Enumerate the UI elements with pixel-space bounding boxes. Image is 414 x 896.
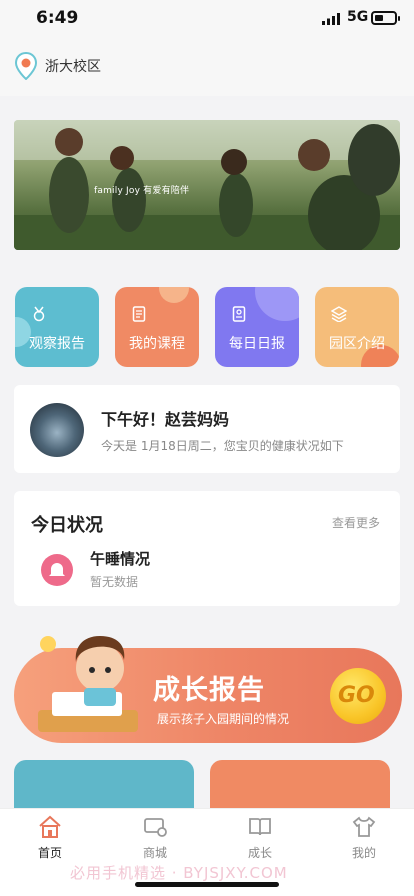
tab-shop[interactable]: 商城: [125, 814, 185, 861]
banner-image[interactable]: [14, 120, 400, 250]
tile-observation-report[interactable]: 观察报告: [15, 287, 99, 367]
growth-report-subtitle: 展示孩子入园期间的情况: [157, 712, 290, 726]
signal-icon: [322, 13, 340, 25]
nap-title[interactable]: 午睡情况: [90, 548, 150, 569]
tab-growth[interactable]: 成长: [230, 814, 290, 861]
shop-icon: [144, 818, 167, 837]
tile-my-courses[interactable]: 我的课程: [115, 287, 199, 367]
banner-caption: family Joy 有爱有陪伴: [94, 186, 190, 196]
avatar[interactable]: [30, 403, 84, 457]
tab-label: 我的: [351, 846, 376, 860]
home-indicator: [135, 882, 279, 887]
tile-daily-report[interactable]: 每日日报: [215, 287, 299, 367]
bell-icon: [41, 554, 73, 586]
medal-icon: [33, 306, 45, 322]
report-icon: [232, 306, 246, 322]
see-more-link[interactable]: 查看更多: [332, 514, 380, 531]
location-pin-icon[interactable]: [13, 52, 39, 80]
today-status-card: [14, 491, 400, 606]
layers-icon: [331, 306, 347, 322]
today-status-title: 今日状况: [31, 515, 103, 536]
home-icon: [39, 815, 61, 838]
campus-selector[interactable]: 浙大校区: [45, 56, 101, 76]
tile-label: 每日日报: [229, 336, 285, 352]
network-label: 5G: [347, 9, 369, 25]
nap-status: 暂无数据: [90, 575, 139, 589]
greeting-title: 下午好！赵芸妈妈: [101, 410, 230, 429]
go-label: GO: [338, 683, 375, 708]
growth-report-title: 成长报告: [153, 675, 265, 706]
book-icon: [249, 818, 271, 836]
tile-label: 我的课程: [129, 336, 185, 352]
tab-label: 商城: [142, 846, 167, 860]
tab-label: 首页: [37, 846, 62, 860]
child-reading-illustration: [38, 636, 138, 732]
watermark: 必用手机精选 · BYJSJXY.COM: [70, 864, 288, 882]
tile-campus-intro[interactable]: 园区介绍: [315, 287, 399, 367]
tab-profile[interactable]: 我的: [334, 814, 394, 861]
profile-icon: [352, 816, 376, 837]
tab-label: 成长: [247, 846, 272, 860]
tile-label: 园区介绍: [329, 336, 385, 352]
greeting-subtitle: 今天是 1月18日周二，您宝贝的健康状况如下: [101, 439, 344, 453]
tile-label: 观察报告: [29, 336, 85, 352]
banner-photo: [14, 120, 400, 250]
tab-home[interactable]: 首页: [20, 814, 80, 861]
document-icon: [132, 306, 146, 322]
battery-icon: [371, 11, 400, 25]
status-time: 6:49: [36, 8, 79, 28]
